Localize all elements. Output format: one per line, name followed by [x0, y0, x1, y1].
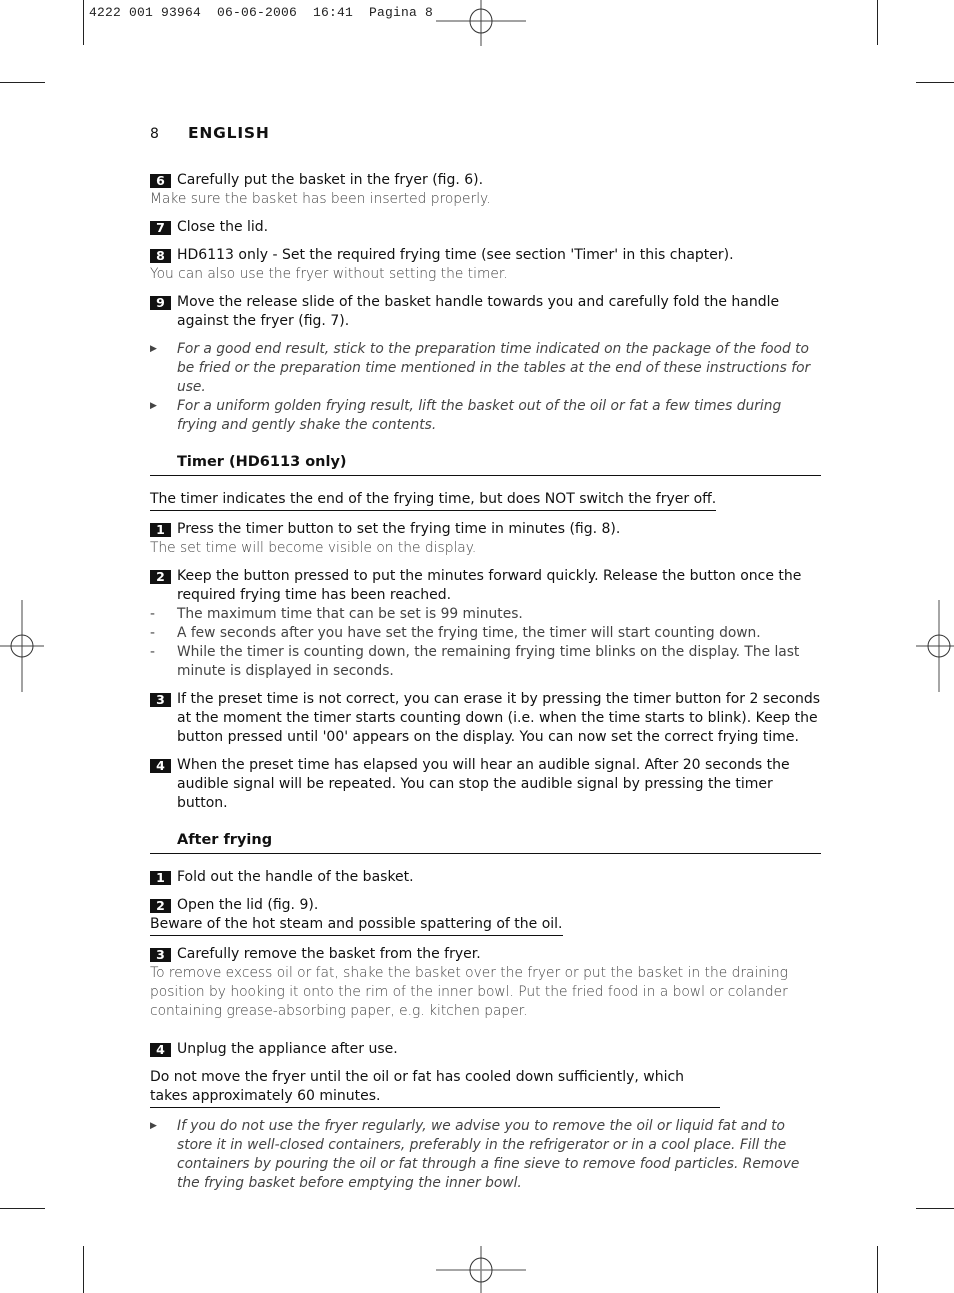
crop-mark [83, 0, 84, 45]
step-item: 3 If the preset time is not correct, you… [150, 690, 821, 747]
step-item: 3 Carefully remove the basket from the f… [150, 945, 821, 1021]
triangle-bullet-icon: ▶ [150, 344, 157, 354]
tip-text: If you do not use the fryer regularly, w… [177, 1118, 800, 1191]
step-number-badge: 1 [150, 523, 171, 537]
step-item: 2 Open the lid (fig. 9). Beware of the h… [150, 896, 821, 936]
dash-text: The maximum time that can be set is 99 m… [177, 606, 523, 622]
step-note: Make sure the basket has been inserted p… [150, 191, 491, 207]
step-text: If the preset time is not correct, you c… [177, 691, 821, 745]
page-language-title: ENGLISH [188, 124, 270, 142]
tip-item: ▶ If you do not use the fryer regularly,… [150, 1117, 821, 1193]
registration-mark-icon [436, 1246, 526, 1293]
step-item: 1 Press the timer button to set the fryi… [150, 520, 821, 558]
registration-mark-icon [0, 600, 44, 692]
main-content: 6 Carefully put the basket in the fryer … [150, 171, 821, 1193]
step-item: 6 Carefully put the basket in the fryer … [150, 171, 821, 209]
step-number-badge: 4 [150, 759, 171, 773]
crop-mark [877, 0, 878, 45]
page-header: 8 ENGLISH [150, 124, 270, 142]
step-text: Open the lid (fig. 9). [177, 897, 319, 913]
step-text: Press the timer button to set the frying… [177, 521, 621, 537]
step-number-badge: 3 [150, 693, 171, 707]
step-item: 2 Keep the button pressed to put the min… [150, 567, 821, 681]
dash-item: - A few seconds after you have set the f… [150, 625, 761, 641]
section-heading-timer: Timer (HD6113 only) [150, 453, 821, 476]
dash-item: - The maximum time that can be set is 99… [150, 606, 523, 622]
step-text: Move the release slide of the basket han… [177, 294, 780, 329]
page-number: 8 [150, 126, 159, 142]
step-note: You can also use the fryer without setti… [150, 266, 508, 282]
step-text: Keep the button pressed to put the minut… [177, 568, 802, 603]
registration-mark-icon [916, 600, 954, 692]
step-item: 4 Unplug the appliance after use. [150, 1040, 821, 1059]
crop-mark [916, 1208, 954, 1209]
warning-note: Beware of the hot steam and possible spa… [150, 915, 821, 936]
crop-mark [83, 1246, 84, 1293]
print-slug: 4222 001 93964 06-06-2006 16:41 Pagina 8 [89, 5, 434, 20]
section-heading-after-frying: After frying [150, 831, 821, 854]
crop-mark [0, 82, 45, 83]
step-text: Carefully put the basket in the fryer (f… [177, 172, 484, 188]
step-item: 1 Fold out the handle of the basket. [150, 868, 821, 887]
dash-text: A few seconds after you have set the fry… [177, 625, 761, 641]
step-number-badge: 3 [150, 948, 171, 962]
warning-note: The timer indicates the end of the fryin… [150, 490, 821, 511]
step-item: 7 Close the lid. [150, 218, 821, 237]
tip-text: For a uniform golden frying result, lift… [177, 398, 782, 433]
step-number-badge: 9 [150, 296, 171, 310]
warning-note: Do not move the fryer until the oil or f… [150, 1068, 720, 1108]
triangle-bullet-icon: ▶ [150, 1121, 157, 1131]
step-text: Close the lid. [177, 219, 269, 235]
step-text: Unplug the appliance after use. [177, 1041, 398, 1057]
warning-text: Beware of the hot steam and possible spa… [150, 915, 563, 936]
step-text: Carefully remove the basket from the fry… [177, 946, 481, 962]
step-number-badge: 8 [150, 249, 171, 263]
step-number-badge: 6 [150, 174, 171, 188]
dash-item: - While the timer is counting down, the … [150, 643, 821, 681]
step-note: The set time will become visible on the … [150, 540, 477, 556]
tip-text: For a good end result, stick to the prep… [177, 341, 811, 395]
crop-mark [0, 1208, 45, 1209]
step-text: HD6113 only - Set the required frying ti… [177, 247, 734, 263]
step-note: To remove excess oil or fat, shake the b… [150, 965, 788, 1019]
warning-text: The timer indicates the end of the fryin… [150, 490, 717, 511]
crop-mark [916, 82, 954, 83]
triangle-bullet-icon: ▶ [150, 401, 157, 411]
step-number-badge: 4 [150, 1043, 171, 1057]
step-text: When the preset time has elapsed you wil… [177, 757, 790, 811]
step-number-badge: 2 [150, 570, 171, 584]
step-number-badge: 2 [150, 899, 171, 913]
step-item: 8 HD6113 only - Set the required frying … [150, 246, 821, 284]
registration-mark-icon [436, 0, 526, 46]
crop-mark [877, 1246, 878, 1293]
step-item: 4 When the preset time has elapsed you w… [150, 756, 821, 813]
warning-text: Do not move the fryer until the oil or f… [150, 1068, 720, 1108]
step-number-badge: 1 [150, 871, 171, 885]
tip-item: ▶ For a good end result, stick to the pr… [150, 340, 821, 397]
step-number-badge: 7 [150, 221, 171, 235]
dash-text: While the timer is counting down, the re… [177, 644, 800, 679]
tip-item: ▶ For a uniform golden frying result, li… [150, 397, 821, 435]
step-text: Fold out the handle of the basket. [177, 869, 414, 885]
step-item: 9 Move the release slide of the basket h… [150, 293, 821, 331]
